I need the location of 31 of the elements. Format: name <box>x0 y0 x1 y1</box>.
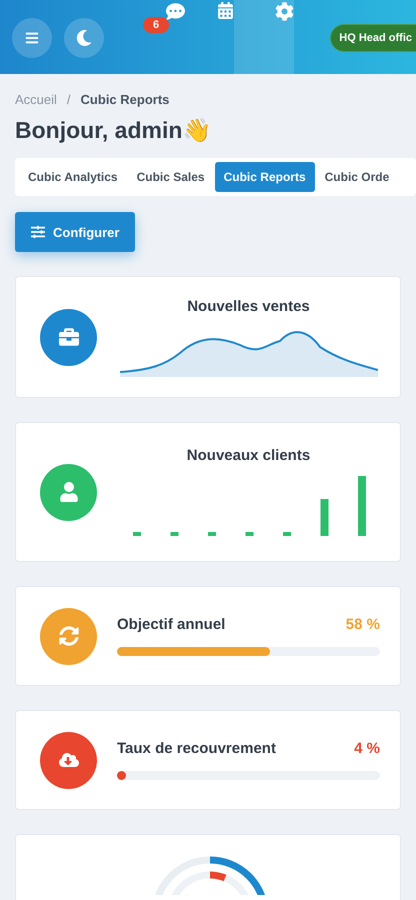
tab[interactable]: Cubic Sales <box>128 162 214 192</box>
bar <box>245 532 253 536</box>
bar <box>170 532 178 536</box>
card-title: Objectif annuel <box>117 616 226 633</box>
bar <box>282 532 290 536</box>
tab[interactable]: Cubic Orde <box>316 162 398 192</box>
bar <box>320 498 328 536</box>
tab[interactable]: Cubic Analytics <box>19 162 127 192</box>
calendar-icon[interactable] <box>217 2 234 19</box>
card-title: Nouveaux clients <box>186 446 310 464</box>
chat-icon[interactable] <box>165 2 185 21</box>
percent-value: 4 % <box>354 740 380 757</box>
breadcrumb-separator: / <box>66 92 71 107</box>
bar <box>358 476 366 536</box>
percent-value: 58 % <box>346 616 380 633</box>
bar <box>132 532 140 536</box>
menu-button[interactable] <box>12 18 52 58</box>
bar <box>208 532 216 536</box>
sliders-icon <box>31 225 45 239</box>
moon-icon <box>76 30 92 46</box>
breadcrumb-item: Cubic Reports <box>80 92 170 107</box>
breadcrumb-item[interactable]: Accueil <box>15 92 57 107</box>
menu-icon <box>25 31 39 45</box>
tab[interactable]: Cubic Reports <box>214 162 315 192</box>
notification-badge: 6 <box>143 17 170 33</box>
dark-mode-button[interactable] <box>64 18 104 58</box>
card-title: Nouvelles ventes <box>187 298 310 314</box>
greeting-title: Bonjour, admin👋 <box>15 117 212 144</box>
card-title: Taux de recouvrement <box>117 740 276 757</box>
branch-selector[interactable]: HQ Head offic <box>330 24 416 52</box>
configure-button[interactable]: Configurer <box>15 212 136 252</box>
